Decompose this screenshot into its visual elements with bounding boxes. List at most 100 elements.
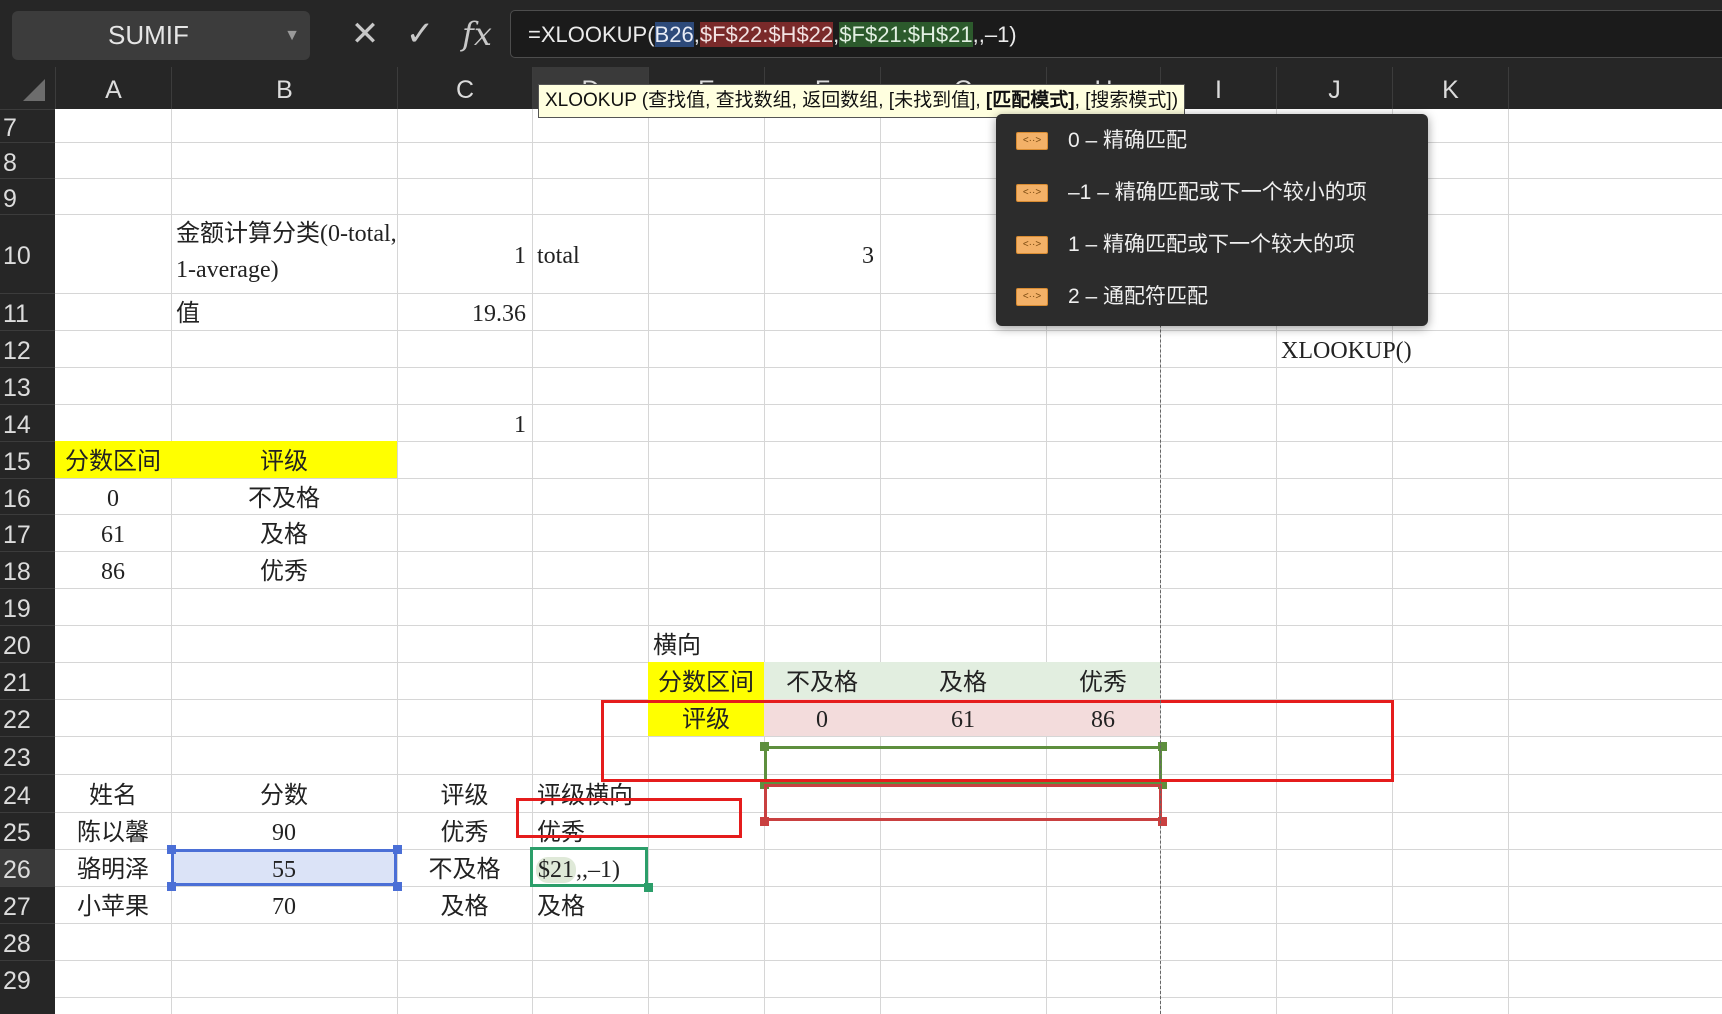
dropdown-item-label: –1 – 精确匹配或下一个较小的项 [1068, 181, 1367, 204]
dropdown-item[interactable]: <··> 2 – 通配符匹配 [996, 272, 1428, 322]
cell-b10[interactable]: 金额计算分类(0-total, 1-average) [171, 214, 397, 293]
cancel-formula-icon[interactable]: ✕ [345, 12, 385, 56]
cell-d27[interactable]: 及格 [532, 886, 648, 923]
cell-a17[interactable]: 61 [55, 514, 171, 551]
gridline-horizontal [55, 588, 1722, 589]
row-header-24[interactable]: 24 [0, 774, 55, 812]
row-header-14[interactable]: 14 [0, 404, 55, 441]
row-header-18[interactable]: 18 [0, 551, 55, 588]
cell-c14[interactable]: 1 [397, 404, 532, 441]
cell-a27[interactable]: 小苹果 [55, 886, 171, 923]
enum-icon: <··> [1016, 288, 1048, 306]
cell-d10[interactable]: total [532, 214, 648, 293]
row-header-12[interactable]: 12 [0, 330, 55, 367]
gridline-horizontal [55, 178, 1722, 179]
formula-ref-return-array: $F$21:$H$21 [839, 22, 973, 47]
cell-a15[interactable]: 分数区间 [55, 441, 171, 478]
row-header-26[interactable]: 26 [0, 849, 55, 886]
cell-b15[interactable]: 评级 [171, 441, 397, 478]
row-header-9[interactable]: 9 [0, 178, 55, 214]
row-header-21[interactable]: 21 [0, 662, 55, 699]
name-box[interactable]: SUMIF ▼ [12, 11, 310, 60]
insert-function-icon[interactable]: fx [455, 12, 499, 56]
cell-a24[interactable]: 姓名 [55, 774, 171, 812]
cell-a16[interactable]: 0 [55, 478, 171, 514]
gridline-horizontal [55, 923, 1722, 924]
formula-ref-lookup-array: $F$22:$H$22 [699, 22, 834, 47]
range-resize-handle[interactable] [167, 882, 176, 891]
cell-e20[interactable]: 横向 [648, 625, 764, 662]
row-header-17[interactable]: 17 [0, 514, 55, 551]
cell-e21[interactable]: 分数区间 [648, 662, 764, 699]
cell-c25[interactable]: 优秀 [397, 812, 532, 849]
sheet-area[interactable]: 分数区间评级金额计算分类(0-total, 1-average)1total3u… [55, 109, 1722, 1014]
cell-b16[interactable]: 不及格 [171, 478, 397, 514]
column-header-b[interactable]: B [171, 67, 397, 109]
reference-box-b26 [171, 849, 397, 886]
cell-c11[interactable]: 19.36 [397, 293, 532, 330]
reference-box-row22 [764, 784, 1162, 821]
cell-g21[interactable]: 及格 [880, 662, 1046, 699]
dropdown-item[interactable]: <··> –1 – 精确匹配或下一个较小的项 [996, 168, 1428, 218]
cell-b11[interactable]: 值 [171, 293, 397, 330]
row-header-11[interactable]: 11 [0, 293, 55, 330]
row-header-8[interactable]: 8 [0, 142, 55, 178]
tooltip-active-arg: [匹配模式] [985, 90, 1075, 111]
formula-text: =XLOOKUP( [528, 22, 655, 47]
range-resize-handle[interactable] [167, 845, 176, 854]
range-resize-handle[interactable] [393, 845, 402, 854]
cell-f10[interactable]: 3 [764, 214, 880, 293]
range-resize-handle[interactable] [644, 883, 653, 892]
gridline-vertical [880, 109, 881, 1014]
cell-c10[interactable]: 1 [397, 214, 532, 293]
formula-ref-lookup: B26 [654, 22, 694, 47]
cell-b25[interactable]: 90 [171, 812, 397, 849]
cell-b27[interactable]: 70 [171, 886, 397, 923]
confirm-formula-icon[interactable]: ✓ [398, 12, 442, 56]
column-header-blank[interactable] [1508, 67, 1722, 109]
cell-c26[interactable]: 不及格 [397, 849, 532, 886]
dropdown-item-label: 1 – 精确匹配或下一个较大的项 [1068, 233, 1356, 256]
column-header-k[interactable]: K [1392, 67, 1508, 109]
cell-c24[interactable]: 评级 [397, 774, 532, 812]
row-header-20[interactable]: 20 [0, 625, 55, 662]
cell-b24[interactable]: 分数 [171, 774, 397, 812]
dropdown-item[interactable]: <··> 0 – 精确匹配 [996, 116, 1428, 166]
cell-f21[interactable]: 不及格 [764, 662, 880, 699]
cell-j12[interactable]: XLOOKUP() [1276, 330, 1508, 367]
cell-c27[interactable]: 及格 [397, 886, 532, 923]
gridline-horizontal [55, 997, 1722, 998]
column-header-a[interactable]: A [55, 67, 171, 109]
column-header-c[interactable]: C [397, 67, 532, 109]
cell-b18[interactable]: 优秀 [171, 551, 397, 588]
cell-a26[interactable]: 骆明泽 [55, 849, 171, 886]
row-header-29[interactable]: 29 [0, 960, 55, 997]
dropdown-item-label: 2 – 通配符匹配 [1068, 285, 1209, 308]
row-header-13[interactable]: 13 [0, 367, 55, 404]
cell-a18[interactable]: 86 [55, 551, 171, 588]
dropdown-item[interactable]: <··> 1 – 精确匹配或下一个较大的项 [996, 220, 1428, 270]
select-all-corner[interactable] [0, 67, 55, 109]
row-header-15[interactable]: 15 [0, 441, 55, 478]
row-header-16[interactable]: 16 [0, 478, 55, 514]
row-header-22[interactable]: 22 [0, 699, 55, 736]
cell-a25[interactable]: 陈以馨 [55, 812, 171, 849]
row-header-28[interactable]: 28 [0, 923, 55, 960]
chevron-down-icon[interactable]: ▼ [284, 11, 300, 60]
row-header-23[interactable]: 23 [0, 736, 55, 774]
row-header-27[interactable]: 27 [0, 886, 55, 923]
row-header-25[interactable]: 25 [0, 812, 55, 849]
enum-icon: <··> [1016, 236, 1048, 254]
row-header-19[interactable]: 19 [0, 588, 55, 625]
column-header-j[interactable]: J [1276, 67, 1392, 109]
row-header-10[interactable]: 10 [0, 214, 55, 293]
range-resize-handle[interactable] [760, 817, 769, 826]
gridline-vertical [1508, 109, 1509, 1014]
cell-b17[interactable]: 及格 [171, 514, 397, 551]
row-header-7[interactable]: 7 [0, 109, 55, 142]
formula-bar: SUMIF ▼ ✕ ✓ fx =XLOOKUP(B26,$F$22:$H$22,… [0, 0, 1722, 67]
formula-input[interactable]: =XLOOKUP(B26,$F$22:$H$22,$F$21:$H$21,,–1… [510, 10, 1722, 58]
range-resize-handle[interactable] [393, 882, 402, 891]
gridline-vertical [648, 109, 649, 1014]
cell-h21[interactable]: 优秀 [1046, 662, 1160, 699]
